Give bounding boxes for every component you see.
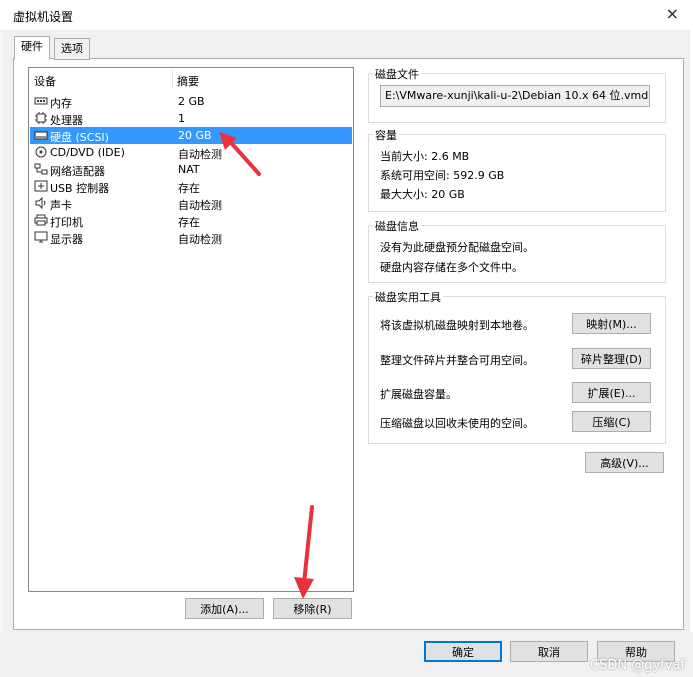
advanced-button[interactable]: 高级(V)... [585,452,664,473]
device-row-network[interactable]: 网络适配器 NAT [30,161,352,178]
device-name: 声卡 [50,199,72,212]
current-size-text: 当前大小: 2.6 MB [380,150,470,163]
device-row-processor[interactable]: 处理器 1 [30,110,352,127]
title-bar: 虚拟机设置 × [0,0,693,30]
device-summary: 存在 [178,182,200,195]
defrag-desc: 整理文件碎片并整合可用空间。 [380,354,534,367]
harddisk-icon [34,131,48,140]
compact-desc: 压缩磁盘以回收未使用的空间。 [380,417,534,430]
network-icon [34,163,48,175]
expand-button[interactable]: 扩展(E)... [572,382,651,403]
close-icon[interactable]: × [666,4,679,23]
map-desc: 将该虚拟机磁盘映射到本地卷。 [380,319,534,332]
disk-info-heading: 磁盘信息 [373,218,421,234]
disk-file-heading: 磁盘文件 [373,66,421,82]
device-summary: 2 GB [178,95,205,108]
device-row-sound[interactable]: 声卡 自动检测 [30,195,352,212]
disk-file-path-field[interactable]: E:\VMware-xunji\kali-u-2\Debian 10.x 64 … [380,85,650,107]
map-button[interactable]: 映射(M)... [572,313,651,334]
watermark-text: CSDN @gyfvaf [590,658,685,673]
device-row-harddisk[interactable]: 硬盘 (SCSI) 20 GB [30,127,352,144]
annotation-arrow-disk [219,132,261,176]
device-row-display[interactable]: 显示器 自动检测 [30,229,352,246]
remove-button[interactable]: 移除(R) [273,598,352,619]
tab-hardware[interactable]: 硬件 [14,36,50,60]
cpu-icon [35,112,47,124]
column-device[interactable]: 设备 [34,73,56,89]
device-name: 内存 [50,97,72,110]
defragment-button[interactable]: 碎片整理(D) [572,348,651,369]
device-summary: NAT [178,163,200,176]
device-row-usb[interactable]: USB 控制器 存在 [30,178,352,195]
max-size-text: 最大大小: 20 GB [380,188,465,201]
available-space-text: 系统可用空间: 592.9 GB [380,169,505,182]
printer-icon [34,214,48,226]
window-title: 虚拟机设置 [13,10,74,24]
column-summary[interactable]: 摘要 [177,73,199,89]
device-name: CD/DVD (IDE) [50,146,125,159]
device-name: 显示器 [50,233,83,246]
device-row-printer[interactable]: 打印机 存在 [30,212,352,229]
compact-button[interactable]: 压缩(C) [572,411,651,432]
expand-desc: 扩展磁盘容量。 [380,388,457,401]
device-row-memory[interactable]: 内存 2 GB [30,93,352,110]
disk-info-line2: 硬盘内容存储在多个文件中。 [380,261,523,274]
device-summary: 自动检测 [178,199,222,212]
add-button[interactable]: 添加(A)... [185,598,264,619]
device-name: 打印机 [50,216,83,229]
device-name: 处理器 [50,114,83,127]
disk-utilities-heading: 磁盘实用工具 [373,289,443,305]
sound-icon [35,197,46,209]
usb-icon [34,180,48,192]
capacity-heading: 容量 [373,127,399,143]
device-name: 硬盘 (SCSI) [50,131,109,144]
cancel-button[interactable]: 取消 [510,641,588,662]
cdrom-icon [35,146,47,158]
device-name: 网络适配器 [50,165,105,178]
ok-button[interactable]: 确定 [424,641,502,662]
device-row-cdrom[interactable]: CD/DVD (IDE) 自动检测 [30,144,352,161]
device-summary: 自动检测 [178,233,222,246]
tab-options[interactable]: 选项 [54,38,90,60]
disk-info-line1: 没有为此硬盘预分配磁盘空间。 [380,241,534,254]
device-name: USB 控制器 [50,182,110,195]
device-summary: 20 GB [178,129,212,142]
device-summary: 存在 [178,216,200,229]
device-summary: 1 [178,112,185,125]
annotation-arrow-remove [294,505,314,599]
device-list-header: 设备 摘要 [29,68,353,90]
display-icon [34,231,48,243]
memory-icon [34,97,48,105]
